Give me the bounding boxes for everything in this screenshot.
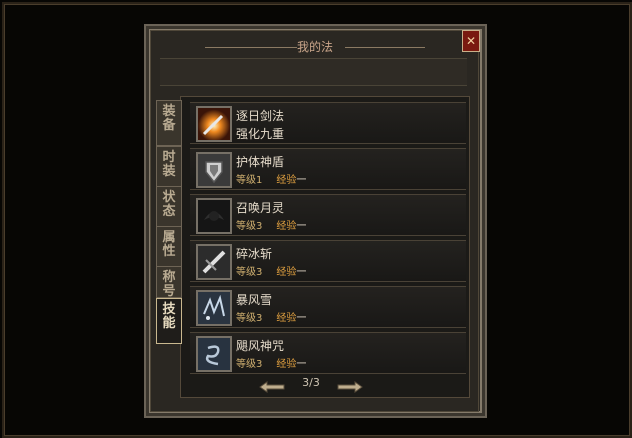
moon-spirit-icon xyxy=(196,198,232,234)
level-label: 等级 xyxy=(236,359,256,370)
skill-name: 暴风雪 xyxy=(236,293,273,307)
skill-name: 护体神盾 xyxy=(236,155,285,169)
arrow-left-icon xyxy=(259,381,285,393)
exp-label: 经验 xyxy=(276,267,297,278)
level-label: 等级 xyxy=(236,221,256,232)
exp-label: 经验 xyxy=(276,175,297,186)
exp-label: 经验 xyxy=(276,359,297,370)
skill-row[interactable]: 护体神盾 等级1 经验一 xyxy=(190,148,466,190)
skill-stats: 等级1 经验一 xyxy=(236,171,306,186)
level-value: 1 xyxy=(256,175,263,186)
level-label: 等级 xyxy=(236,267,256,278)
skill-name: 召唤月灵 xyxy=(236,201,285,215)
skill-enhance-level: 强化九重 xyxy=(236,127,285,141)
next-page-button[interactable] xyxy=(336,378,364,393)
blizzard-icon xyxy=(196,290,232,326)
header-bar xyxy=(160,58,467,86)
close-button[interactable]: ✕ xyxy=(462,30,480,52)
tab-attributes[interactable]: 属性 xyxy=(156,226,182,268)
exp-value: 一 xyxy=(296,313,307,324)
title-divider-right xyxy=(345,47,425,48)
skill-stats: 等级3 经验一 xyxy=(236,355,306,370)
level-value: 3 xyxy=(256,359,263,370)
skill-row[interactable]: 飓风神咒 等级3 经验一 xyxy=(190,332,466,374)
pagination: 3/3 xyxy=(256,376,366,393)
exp-value: 一 xyxy=(296,267,307,278)
skill-stats: 等级3 经验一 xyxy=(236,309,306,324)
tab-title[interactable]: 称号 xyxy=(156,266,182,298)
shield-icon xyxy=(196,152,232,188)
level-value: 3 xyxy=(256,313,263,324)
skill-row[interactable]: 碎冰斩 等级3 经验一 xyxy=(190,240,466,282)
tab-status[interactable]: 状态 xyxy=(156,186,182,228)
level-label: 等级 xyxy=(236,313,256,324)
skill-name: 飓风神咒 xyxy=(236,339,285,353)
skill-stats: 等级3 经验一 xyxy=(236,263,306,278)
close-icon: ✕ xyxy=(465,34,477,48)
skill-row[interactable]: 召唤月灵 等级3 经验一 xyxy=(190,194,466,236)
level-value: 3 xyxy=(256,221,263,232)
exp-label: 经验 xyxy=(276,313,297,324)
skill-row[interactable]: 暴风雪 等级3 经验一 xyxy=(190,286,466,328)
exp-label: 经验 xyxy=(276,221,297,232)
page-indicator: 3/3 xyxy=(302,376,320,389)
exp-value: 一 xyxy=(296,359,307,370)
ice-slash-icon xyxy=(196,244,232,280)
tab-skills[interactable]: 技能 xyxy=(156,298,182,344)
skill-name: 碎冰斩 xyxy=(236,247,273,261)
exp-value: 一 xyxy=(296,175,307,186)
level-value: 3 xyxy=(256,267,263,278)
level-label: 等级 xyxy=(236,175,256,186)
tab-equipment[interactable]: 装备 xyxy=(156,100,182,146)
exp-value: 一 xyxy=(296,221,307,232)
skill-row[interactable]: 逐日剑法 强化九重 xyxy=(190,102,466,144)
skill-stats: 等级3 经验一 xyxy=(236,217,306,232)
hurricane-icon xyxy=(196,336,232,372)
prev-page-button[interactable] xyxy=(258,378,286,393)
skill-name: 逐日剑法 xyxy=(236,109,285,123)
tab-fashion[interactable]: 时装 xyxy=(156,146,182,188)
arrow-right-icon xyxy=(337,381,363,393)
flame-sword-icon xyxy=(196,106,232,142)
